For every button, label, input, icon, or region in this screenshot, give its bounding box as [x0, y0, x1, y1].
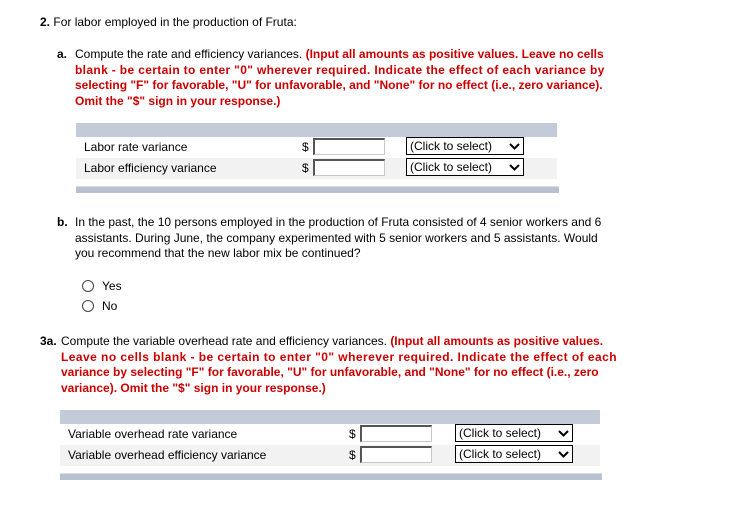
chevron-down-icon: [509, 164, 520, 171]
instruction-line: blank - be certain to enter "0" wherever…: [75, 62, 605, 77]
labor-variance-table: Labor rate variance $ (Click to select) …: [76, 123, 559, 194]
question-line: assistants. During June, the company exp…: [75, 230, 598, 245]
question-number: 3a.: [40, 334, 57, 348]
radio-label: No: [102, 299, 118, 313]
labor-rate-variance-amount-input[interactable]: [313, 138, 385, 155]
question-number: 2.: [40, 15, 51, 29]
instruction-line: Leave no cells blank - be certain to ent…: [61, 349, 618, 364]
part-letter: a.: [57, 47, 68, 61]
question-3a-prompt: Compute the variable overhead rate and e…: [61, 334, 387, 348]
instruction-line: (Input all amounts as positive values. L…: [305, 47, 604, 61]
chevron-down-icon: [558, 451, 569, 458]
table-row: Variable overhead efficiency variance $ …: [60, 445, 600, 466]
table-footer-bar: [76, 186, 559, 193]
labor-efficiency-variance-effect-select[interactable]: (Click to select): [406, 158, 524, 176]
select-value: (Click to select): [410, 160, 493, 174]
radio-option-yes[interactable]: Yes: [82, 279, 162, 295]
labor-rate-variance-effect-select[interactable]: (Click to select): [406, 137, 524, 155]
currency-symbol: $: [349, 448, 356, 462]
row-label: Variable overhead efficiency variance: [68, 448, 267, 462]
overhead-variance-table: Variable overhead rate variance $ (Click…: [60, 410, 602, 482]
select-value: (Click to select): [459, 447, 542, 461]
currency-symbol: $: [302, 140, 309, 154]
row-label: Labor rate variance: [84, 140, 188, 154]
instruction-line: selecting "F" for favorable, "U" for unf…: [75, 78, 603, 92]
vo-efficiency-variance-effect-select[interactable]: (Click to select): [455, 445, 573, 463]
table-footer-bar: [60, 473, 602, 480]
question-line: you recommend that the new labor mix be …: [75, 246, 361, 260]
table-row: Labor efficiency variance $ (Click to se…: [76, 158, 557, 179]
part-letter: b.: [57, 215, 68, 229]
question-line: In the past, the 10 persons employed in …: [75, 215, 602, 229]
question-3a-number: 3a.: [40, 334, 57, 348]
labor-efficiency-variance-amount-input[interactable]: [313, 159, 385, 176]
table-header-bar: [60, 410, 600, 424]
vo-rate-variance-amount-input[interactable]: [360, 425, 432, 442]
table-row: Labor rate variance $ (Click to select): [76, 137, 557, 158]
select-value: (Click to select): [459, 426, 542, 440]
row-label: Variable overhead rate variance: [68, 427, 238, 441]
radio-option-no[interactable]: No: [82, 299, 162, 315]
chevron-down-icon: [558, 430, 569, 437]
question-title: For labor employed in the production of …: [53, 15, 297, 29]
instruction-line: Omit the "$" sign in your response.): [75, 93, 281, 108]
currency-symbol: $: [302, 161, 309, 175]
radio-button[interactable]: [82, 280, 94, 292]
chevron-down-icon: [509, 143, 520, 150]
part-a-prompt: Compute the rate and efficiency variance…: [75, 47, 303, 61]
part-a-letter: a.: [57, 47, 67, 61]
question-3a-instructions: Compute the variable overhead rate and e…: [61, 334, 671, 396]
instruction-line: variance by selecting "F" for favorable,…: [61, 365, 599, 379]
table-header-bar: [76, 123, 557, 137]
part-a-instructions: Compute the rate and efficiency variance…: [75, 47, 665, 109]
instruction-line: variance). Omit the "$" sign in your res…: [61, 380, 326, 395]
currency-symbol: $: [349, 427, 356, 441]
radio-label: Yes: [102, 279, 122, 293]
part-b-question: In the past, the 10 persons employed in …: [75, 215, 675, 262]
question-2-heading: 2. For labor employed in the production …: [40, 15, 297, 29]
radio-button[interactable]: [82, 300, 94, 312]
table-row: Variable overhead rate variance $ (Click…: [60, 424, 600, 445]
select-value: (Click to select): [410, 139, 493, 153]
vo-rate-variance-effect-select[interactable]: (Click to select): [455, 424, 573, 442]
vo-efficiency-variance-amount-input[interactable]: [360, 446, 432, 463]
part-b-letter: b.: [57, 215, 68, 229]
instruction-line: (Input all amounts as positive values.: [390, 334, 604, 348]
row-label: Labor efficiency variance: [84, 161, 217, 175]
